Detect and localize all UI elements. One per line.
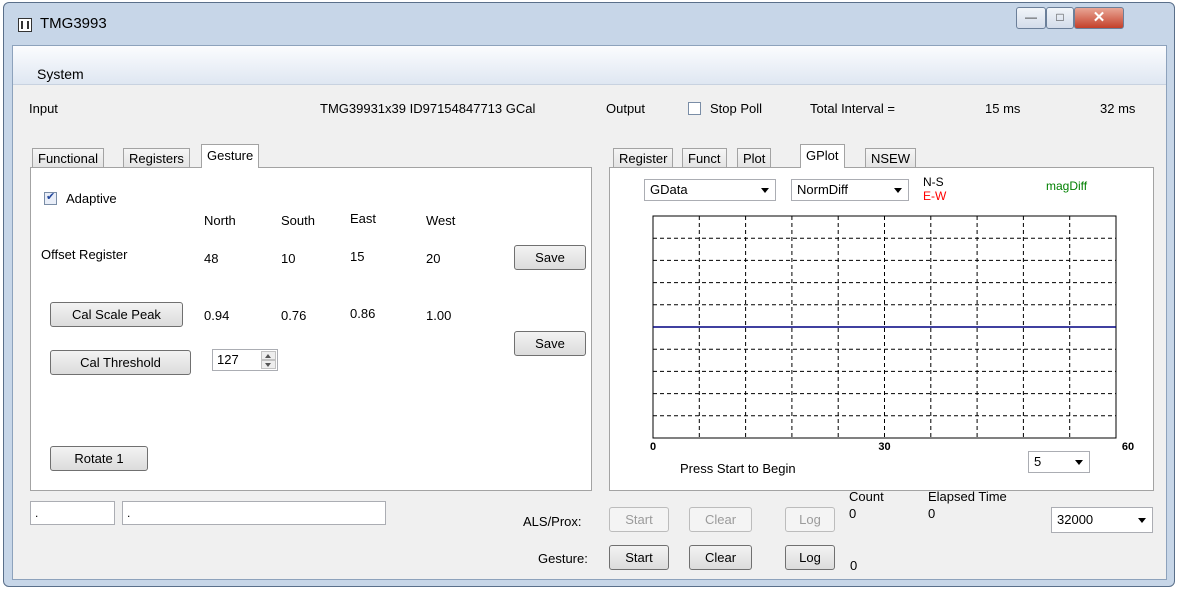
status-field-1[interactable]: . bbox=[30, 501, 115, 525]
gesture-log-button[interactable]: Log bbox=[785, 545, 835, 570]
interval-value-2: 32 ms bbox=[1100, 101, 1136, 116]
rotate-button[interactable]: Rotate 1 bbox=[50, 446, 148, 471]
app-window: TMG3993 — □ ✕ System Input TMG39931x39 I… bbox=[3, 2, 1175, 587]
gesture-start-button[interactable]: Start bbox=[609, 545, 669, 570]
offset-east: 15 bbox=[350, 249, 365, 264]
gesture-plot: 0 30 60 bbox=[650, 215, 1134, 453]
tab-nsew[interactable]: NSEW bbox=[865, 148, 916, 168]
count-value: 0 bbox=[849, 506, 857, 521]
count-label: Count bbox=[849, 489, 884, 504]
tab-register[interactable]: Register bbox=[613, 148, 674, 168]
col-north: North bbox=[204, 213, 236, 228]
elapsed-time-value: 0 bbox=[928, 506, 936, 521]
gplot-panel: GData NormDiff N-S E-W magDiff 0 30 60 Pre… bbox=[609, 167, 1154, 491]
input-label: Input bbox=[29, 101, 58, 116]
menu-system[interactable]: System bbox=[37, 66, 84, 82]
offset-west: 20 bbox=[426, 251, 441, 266]
adaptive-label: Adaptive bbox=[66, 191, 117, 206]
gesture-count: 0 bbox=[850, 558, 858, 573]
status-text: Press Start to Begin bbox=[680, 461, 796, 476]
offset-north: 48 bbox=[204, 251, 219, 266]
spin-down-icon[interactable] bbox=[261, 360, 276, 369]
gesture-clear-button[interactable]: Clear bbox=[689, 545, 752, 570]
elapsed-time-label: Elapsed Time bbox=[928, 489, 1007, 504]
als-clear-button[interactable]: Clear bbox=[689, 507, 752, 532]
x-tick-label: 0 bbox=[650, 441, 656, 453]
tab-registers[interactable]: Registers bbox=[123, 148, 190, 168]
title-bar: TMG3993 — □ ✕ bbox=[4, 3, 1174, 45]
stop-poll-checkbox[interactable] bbox=[688, 102, 701, 115]
chevron-down-icon bbox=[1138, 518, 1146, 523]
tab-funct[interactable]: Funct bbox=[682, 148, 727, 168]
scale-north: 0.94 bbox=[204, 308, 230, 323]
offset-south: 10 bbox=[281, 251, 296, 266]
client-area: System Input TMG39931x39 ID97154847713 G… bbox=[12, 45, 1167, 580]
offset-register-label: Offset Register bbox=[41, 247, 128, 262]
threshold-value: 127 bbox=[217, 352, 239, 367]
window-select-value: 5 bbox=[1034, 454, 1042, 469]
cal-threshold-button[interactable]: Cal Threshold bbox=[50, 350, 191, 375]
stop-poll-label: Stop Poll bbox=[710, 101, 763, 116]
close-icon: ✕ bbox=[1092, 9, 1106, 26]
minimize-icon: — bbox=[1025, 10, 1037, 24]
als-prox-label: ALS/Prox: bbox=[523, 514, 582, 529]
status-field-2[interactable]: . bbox=[122, 501, 386, 525]
col-south: South bbox=[281, 213, 315, 228]
scale-south: 0.76 bbox=[281, 308, 307, 323]
gesture-label: Gesture: bbox=[538, 551, 588, 566]
threshold-spinner[interactable]: 127 bbox=[212, 349, 278, 371]
tab-gesture[interactable]: Gesture bbox=[201, 144, 260, 168]
minimize-button[interactable]: — bbox=[1016, 7, 1046, 29]
scale-west: 1.00 bbox=[426, 308, 452, 323]
window-select[interactable]: 5 bbox=[1028, 451, 1090, 473]
output-label: Output bbox=[606, 101, 646, 116]
als-log-button[interactable]: Log bbox=[785, 507, 835, 532]
tab-functional[interactable]: Functional bbox=[32, 148, 104, 168]
spin-up-icon[interactable] bbox=[261, 351, 276, 360]
cal-scale-peak-button[interactable]: Cal Scale Peak bbox=[50, 302, 183, 327]
interval-value-1: 15 ms bbox=[985, 101, 1021, 116]
total-interval-label: Total Interval = bbox=[810, 101, 895, 116]
close-button[interactable]: ✕ bbox=[1074, 7, 1124, 29]
adaptive-checkbox[interactable] bbox=[44, 190, 57, 205]
device-info: TMG39931x39 ID97154847713 GCal bbox=[320, 101, 536, 116]
rate-select-value: 32000 bbox=[1057, 512, 1094, 527]
rate-select[interactable]: 32000 bbox=[1051, 507, 1153, 533]
app-icon bbox=[18, 18, 32, 32]
window-title: TMG3993 bbox=[40, 15, 107, 32]
als-start-button[interactable]: Start bbox=[609, 507, 669, 532]
col-east: East bbox=[350, 211, 377, 226]
menu-bar: System bbox=[13, 46, 1166, 85]
scale-east: 0.86 bbox=[350, 306, 376, 321]
save-scale-button[interactable]: Save bbox=[514, 331, 586, 356]
tab-gplot[interactable]: GPlot bbox=[800, 144, 845, 168]
x-tick-label: 60 bbox=[1122, 441, 1134, 453]
maximize-icon: □ bbox=[1056, 10, 1064, 24]
col-west: West bbox=[426, 213, 456, 228]
chevron-down-icon bbox=[1075, 460, 1083, 465]
maximize-button[interactable]: □ bbox=[1046, 7, 1074, 29]
x-tick-label: 30 bbox=[878, 441, 890, 453]
tab-plot[interactable]: Plot bbox=[737, 148, 772, 168]
save-offset-button[interactable]: Save bbox=[514, 245, 586, 270]
